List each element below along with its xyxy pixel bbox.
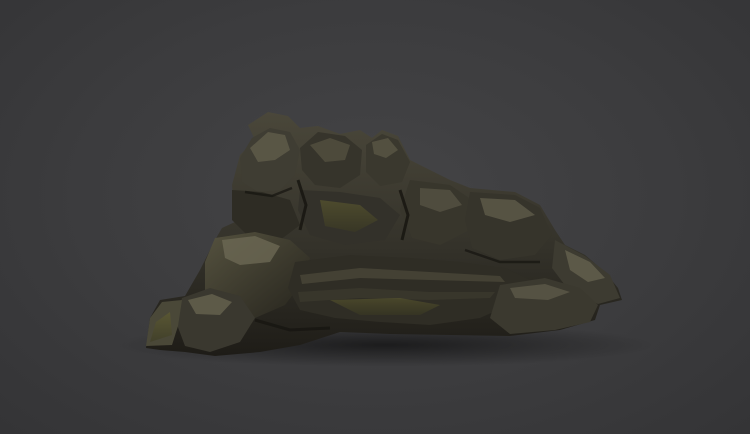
viewport-background — [0, 0, 750, 434]
rock-model — [115, 112, 655, 367]
